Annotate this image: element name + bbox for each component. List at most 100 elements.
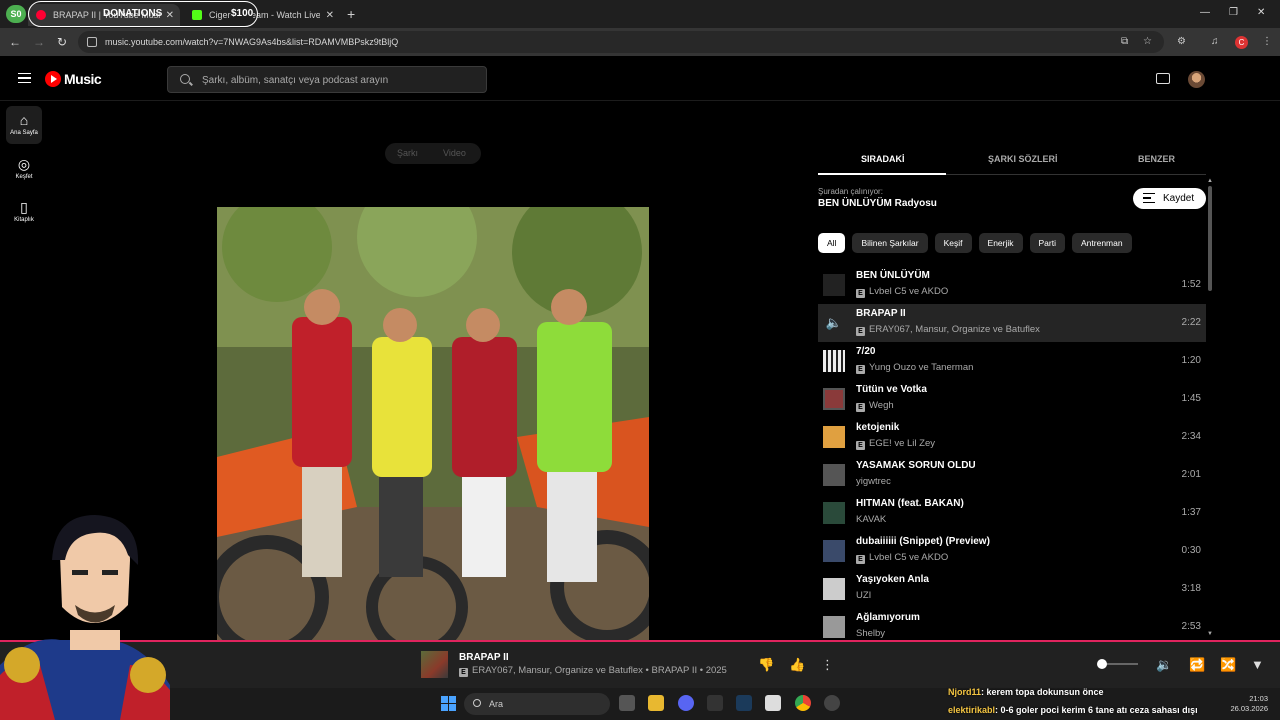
track-duration: 1:20 (1181, 355, 1201, 366)
queue-item[interactable]: BEN ÜNLÜYÜM E Lvbel C5 ve AKDO 1:52 (818, 266, 1206, 304)
player-bar-title[interactable]: BRAPAP II (459, 652, 509, 663)
home-icon: ⌂ (19, 112, 29, 128)
scroll-up-icon[interactable]: ▲ (1207, 178, 1213, 184)
search-input[interactable] (202, 72, 472, 88)
nav-label: Kitaplık (14, 217, 34, 223)
tab-related[interactable]: BENZER (1138, 154, 1175, 164)
queue-item[interactable]: dubaiiiiii (Snippet) (Preview) E Lvbel C5… (818, 532, 1206, 570)
browser-profile-bubble[interactable]: S0 (6, 5, 26, 23)
dislike-icon[interactable]: 👎 (758, 657, 774, 673)
maximize-icon[interactable]: ❐ (1229, 7, 1238, 18)
browser-menu-icon[interactable]: ⋮ (1262, 36, 1272, 47)
queue-list: BEN ÜNLÜYÜM E Lvbel C5 ve AKDO 1:52 🔈 BRA… (818, 266, 1206, 640)
queue-item[interactable]: Tütün ve Votka E Wegh 1:45 (818, 380, 1206, 418)
url-field[interactable]: music.youtube.com/watch?v=7NWAG9As4bs&li… (78, 31, 1164, 53)
capcut-icon[interactable] (765, 695, 781, 711)
media-control-icon[interactable]: ♫ (1211, 36, 1219, 47)
queue-item[interactable]: YASAMAK SORUN OLDU yigwtrec 2:01 (818, 456, 1206, 494)
chrome-icon[interactable] (795, 695, 811, 711)
forward-icon[interactable]: → (33, 35, 45, 49)
header-divider (0, 100, 1280, 101)
player-bar-subtitle: E ERAY067, Mansur, Organize ve Batuflex •… (459, 665, 727, 677)
youtube-music-logo-icon[interactable] (45, 71, 61, 87)
queue-item[interactable]: Yaşıyoken Anla UZI 3:18 (818, 570, 1206, 608)
nav-home[interactable]: ⌂ Ana Sayfa (6, 106, 42, 144)
track-duration: 2:01 (1181, 469, 1201, 480)
expand-player-icon[interactable]: ▼ (1251, 657, 1264, 672)
reload-icon[interactable]: ↻ (57, 35, 67, 49)
search-box[interactable] (167, 66, 487, 93)
donation-amount: $100 (231, 8, 254, 19)
volume-slider-knob[interactable] (1097, 659, 1107, 669)
obs-icon[interactable] (824, 695, 840, 711)
minimize-icon[interactable]: — (1200, 7, 1210, 18)
track-thumbnail (823, 350, 845, 372)
system-clock[interactable]: 21:03 26.03.2026 (1228, 694, 1268, 714)
chip-discover[interactable]: Keşif (934, 233, 972, 253)
browser-profile-avatar[interactable]: C (1235, 36, 1248, 49)
file-explorer-icon[interactable] (648, 695, 664, 711)
shuffle-icon[interactable]: 🔀 (1220, 657, 1236, 673)
track-duration: 2:53 (1181, 621, 1201, 632)
queue-item[interactable]: ketojenik E EGE! ve Lil Zey 2:34 (818, 418, 1206, 456)
save-playlist-button[interactable]: Kaydet (1133, 188, 1206, 209)
chip-all[interactable]: All (818, 233, 846, 253)
chip-energetic[interactable]: Enerjik (978, 233, 1023, 253)
chat-message: elektirikabl: 0-6 goler poci kerim 6 tan… (948, 705, 1198, 715)
new-tab-icon[interactable]: + (347, 6, 355, 22)
track-thumbnail (823, 540, 845, 562)
playlist-add-icon (1143, 193, 1155, 203)
track-artist: E EGE! ve Lil Zey (856, 438, 935, 450)
track-title: Tütün ve Votka (856, 384, 927, 395)
queue-item[interactable]: Ağlamıyorum Shelby 2:53 (818, 608, 1206, 640)
volume-slider[interactable] (1102, 663, 1138, 665)
tab-lyrics[interactable]: ŞARKI SÖZLERİ (988, 154, 1058, 164)
account-avatar[interactable] (1188, 71, 1205, 88)
explicit-icon: E (459, 668, 468, 677)
close-tab-icon[interactable]: ✕ (326, 10, 334, 21)
queue-item[interactable]: 7/20 E Yung Ouzo ve Tanerman 1:20 (818, 342, 1206, 380)
close-tab-icon[interactable]: ✕ (166, 10, 174, 21)
task-view-icon[interactable] (619, 695, 635, 711)
chip-familiar[interactable]: Bilinen Şarkılar (852, 233, 928, 253)
track-duration: 1:45 (1181, 393, 1201, 404)
logo-text[interactable]: Music (64, 71, 102, 87)
chip-party[interactable]: Parti (1029, 233, 1065, 253)
scroll-down-icon[interactable]: ▼ (1207, 631, 1213, 637)
extensions-icon[interactable]: ⚙ (1177, 36, 1186, 47)
track-title: Ağlamıyorum (856, 612, 920, 623)
like-icon[interactable]: 👍 (789, 657, 805, 673)
taskbar-search[interactable]: Ara (464, 693, 610, 715)
cast-icon[interactable] (1156, 73, 1170, 84)
browser-address-bar: ← → ↻ music.youtube.com/watch?v=7NWAG9As… (0, 28, 1280, 56)
close-window-icon[interactable]: ✕ (1257, 7, 1265, 18)
toggle-song[interactable]: Şarkı (397, 148, 418, 158)
volume-icon[interactable]: 🔉 (1156, 657, 1172, 673)
playing-from-title: BEN ÜNLÜYÜM Radyosu (818, 198, 937, 209)
track-artist-text: KAVAK (856, 514, 887, 525)
queue-scrollbar[interactable] (1208, 186, 1212, 291)
queue-item-playing[interactable]: 🔈 BRAPAP II E ERAY067, Mansur, Organize v… (818, 304, 1206, 342)
track-artist-text: Shelby (856, 628, 886, 639)
player-bar-subtitle-text: ERAY067, Mansur, Organize ve Batuflex • … (472, 665, 727, 676)
queue-item[interactable]: HITMAN (feat. BAKAN) KAVAK 1:37 (818, 494, 1206, 532)
more-options-icon[interactable]: ⋮ (821, 657, 834, 673)
steam-icon[interactable] (736, 695, 752, 711)
bookmark-star-icon[interactable]: ☆ (1143, 36, 1152, 47)
nav-explore[interactable]: ◎ Keşfet (6, 150, 42, 188)
install-app-icon[interactable]: ⧉ (1121, 36, 1128, 47)
chip-workout[interactable]: Antrenman (1072, 233, 1132, 253)
site-info-icon[interactable] (87, 37, 97, 47)
hamburger-menu-icon[interactable] (18, 73, 31, 83)
track-duration: 1:52 (1181, 279, 1201, 290)
back-icon[interactable]: ← (9, 35, 21, 49)
repeat-icon[interactable]: 🔁 (1189, 657, 1205, 673)
windows-start-icon[interactable] (441, 696, 456, 711)
nav-library[interactable]: ▯ Kitaplık (6, 193, 42, 231)
track-thumbnail (823, 578, 845, 600)
tab-up-next[interactable]: SIRADAKİ (861, 154, 905, 164)
toggle-video[interactable]: Video (443, 148, 466, 158)
tab-kick-stream[interactable]: Cigerci Stream - Watch Live on Kick ✕ (184, 4, 340, 26)
epic-games-icon[interactable] (707, 695, 723, 711)
discord-icon[interactable] (678, 695, 694, 711)
